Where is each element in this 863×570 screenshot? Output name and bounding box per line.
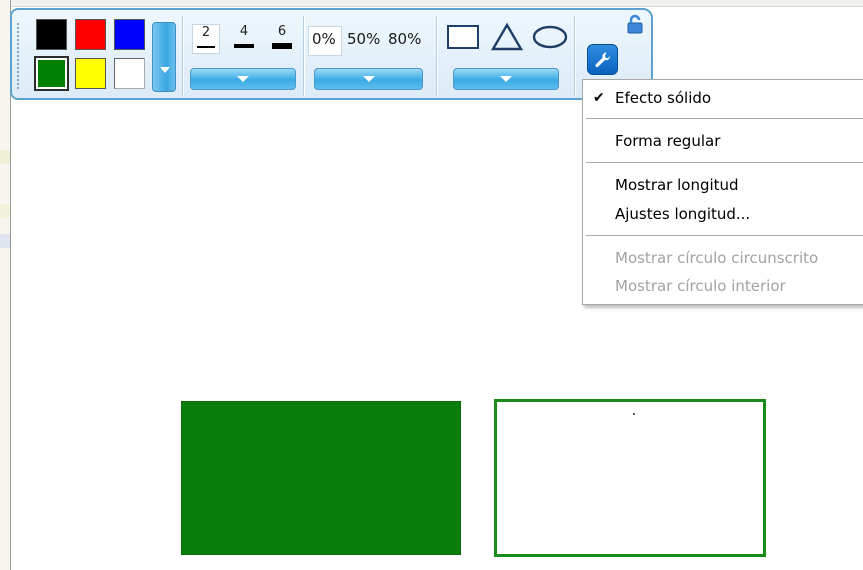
- window-top-edge: [0, 0, 863, 7]
- toolbar-separator: [182, 16, 184, 96]
- menu-item-ajustes-longitud[interactable]: Ajustes longitud...: [583, 202, 863, 226]
- rectangle-icon[interactable]: [446, 22, 480, 52]
- menu-item-label: Forma regular: [615, 132, 721, 150]
- color-swatch-white[interactable]: [114, 58, 145, 89]
- color-swatch-green[interactable]: [34, 56, 69, 91]
- shape-dropdown-button[interactable]: [453, 68, 559, 90]
- chevron-down-icon: [160, 67, 170, 73]
- line-width-bar: [272, 43, 292, 49]
- transparency-50[interactable]: 50%: [347, 30, 380, 48]
- menu-item-circulo-interior: Mostrar círculo interior: [583, 274, 863, 298]
- line-width-label: 6: [277, 24, 287, 39]
- filled-green-rectangle[interactable]: [181, 401, 461, 555]
- toolbar-separator: [436, 16, 438, 96]
- lock-icon[interactable]: [625, 14, 645, 34]
- line-width-4[interactable]: 4: [230, 24, 258, 54]
- menu-item-label: Mostrar longitud: [615, 176, 739, 194]
- line-width-label: 2: [201, 25, 211, 40]
- pen-toolbar: 2 4 6 0% 50% 80%: [10, 8, 653, 100]
- side-marker: [0, 234, 10, 248]
- chevron-down-icon: [362, 76, 375, 82]
- triangle-icon[interactable]: [490, 22, 524, 52]
- ellipse-icon[interactable]: [531, 22, 569, 52]
- chevron-down-icon: [500, 76, 512, 82]
- menu-separator: [586, 118, 863, 119]
- line-width-bar: [234, 44, 254, 48]
- toolbar-drag-handle[interactable]: [16, 22, 20, 90]
- wrench-icon: [595, 51, 610, 67]
- transparency-0[interactable]: 0%: [312, 30, 336, 48]
- line-width-bar: [197, 46, 215, 48]
- toolbar-separator: [574, 16, 576, 96]
- settings-button[interactable]: [587, 44, 618, 75]
- line-width-dropdown-button[interactable]: [190, 68, 296, 90]
- transparency-dropdown-button[interactable]: [314, 68, 423, 90]
- checkmark-icon: ✔: [593, 90, 605, 106]
- menu-item-mostrar-longitud[interactable]: Mostrar longitud: [583, 173, 863, 197]
- color-swatch-blue[interactable]: [114, 19, 145, 50]
- more-colors-button[interactable]: [152, 22, 176, 92]
- chevron-down-icon: [237, 76, 249, 82]
- transparency-80[interactable]: 80%: [388, 30, 421, 48]
- menu-item-efecto-solido[interactable]: ✔ Efecto sólido: [583, 86, 863, 110]
- menu-separator: [586, 235, 863, 236]
- menu-separator: [586, 162, 863, 163]
- toolbar-separator: [303, 16, 305, 96]
- menu-item-label: Ajustes longitud...: [615, 205, 751, 223]
- settings-menu: ✔ Efecto sólido Forma regular Mostrar lo…: [582, 79, 863, 305]
- line-width-6[interactable]: 6: [268, 24, 296, 54]
- menu-item-circulo-circunscrito: Mostrar círculo circunscrito: [583, 246, 863, 270]
- side-marker: [0, 150, 10, 164]
- outlined-green-rectangle[interactable]: [494, 399, 766, 557]
- menu-item-label: Efecto sólido: [615, 89, 712, 107]
- line-width-2[interactable]: 2: [192, 24, 220, 54]
- menu-item-forma-regular[interactable]: Forma regular: [583, 129, 863, 153]
- line-width-label: 4: [239, 24, 249, 39]
- menu-item-label: Mostrar círculo interior: [615, 277, 786, 295]
- color-swatch-yellow[interactable]: [75, 58, 106, 89]
- color-swatch-black[interactable]: [36, 19, 67, 50]
- side-marker: [0, 204, 10, 218]
- menu-item-label: Mostrar círculo circunscrito: [615, 249, 819, 267]
- canvas-dot: [633, 413, 635, 415]
- color-swatch-red[interactable]: [75, 19, 106, 50]
